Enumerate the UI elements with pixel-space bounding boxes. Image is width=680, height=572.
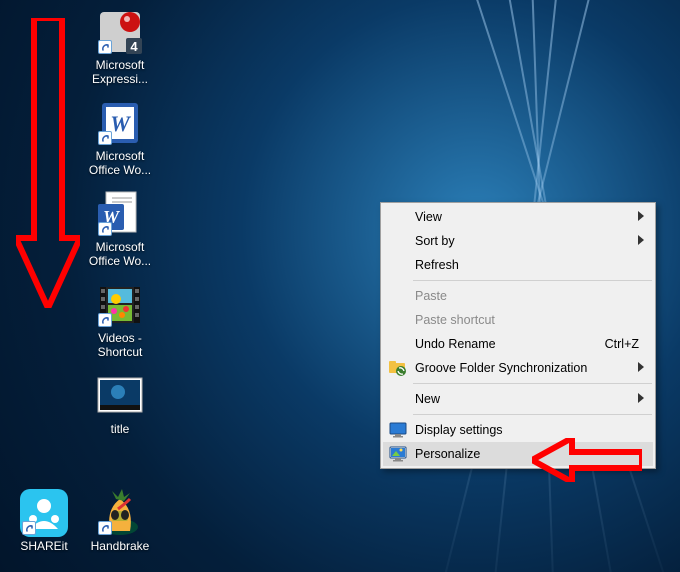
- desktop-icon-label: Microsoft Office Wo...: [82, 240, 158, 268]
- desktop-icon-shareit[interactable]: SHAREit: [6, 489, 82, 553]
- context-menu-item-view[interactable]: View: [383, 205, 653, 229]
- shortcut-overlay-icon: [98, 222, 112, 236]
- desktop-icon-label: Handbrake: [82, 539, 158, 553]
- context-menu-item-label: View: [415, 210, 442, 224]
- context-menu-item-sort-by[interactable]: Sort by: [383, 229, 653, 253]
- shortcut-overlay-icon: [98, 521, 112, 535]
- ms-word-1-icon: [96, 99, 144, 147]
- shareit-icon: [20, 489, 68, 537]
- context-menu-item-refresh[interactable]: Refresh: [383, 253, 653, 277]
- context-menu-item-display-settings[interactable]: Display settings: [383, 418, 653, 442]
- chevron-right-icon: [637, 234, 645, 248]
- context-menu-item-label: Personalize: [415, 447, 480, 461]
- shortcut-overlay-icon: [98, 313, 112, 327]
- desktop-icon-handbrake[interactable]: Handbrake: [82, 489, 158, 553]
- shortcut-overlay-icon: [22, 521, 36, 535]
- context-menu-separator: [413, 414, 652, 415]
- display-icon: [389, 421, 407, 439]
- shortcut-overlay-icon: [98, 40, 112, 54]
- desktop-icon-label: Microsoft Office Wo...: [82, 149, 158, 177]
- context-menu-item-label: Paste shortcut: [415, 313, 495, 327]
- context-menu-shortcut: Ctrl+Z: [605, 337, 639, 351]
- desktop-icon-title[interactable]: title: [82, 372, 158, 436]
- groove-icon: [389, 359, 407, 377]
- context-menu-item-label: Groove Folder Synchronization: [415, 361, 587, 375]
- context-menu-item-label: Undo Rename: [415, 337, 496, 351]
- context-menu-item-new[interactable]: New: [383, 387, 653, 411]
- desktop-icon-ms-word-2[interactable]: Microsoft Office Wo...: [82, 190, 158, 268]
- context-menu-separator: [413, 383, 652, 384]
- desktop-icon-videos-shortcut[interactable]: Videos - Shortcut: [82, 281, 158, 359]
- chevron-right-icon: [637, 210, 645, 224]
- context-menu-item-undo-rename[interactable]: Undo Rename Ctrl+Z: [383, 332, 653, 356]
- desktop-context-menu: View Sort by Refresh Paste Paste shortcut Und…: [380, 202, 656, 469]
- context-menu-item-label: New: [415, 392, 440, 406]
- context-menu-item-label: Sort by: [415, 234, 455, 248]
- desktop-icon-label: Videos - Shortcut: [82, 331, 158, 359]
- personalize-icon: [389, 445, 407, 463]
- context-menu-item-personalize[interactable]: Personalize: [383, 442, 653, 466]
- shortcut-overlay-icon: [98, 131, 112, 145]
- videos-shortcut-icon: [96, 281, 144, 329]
- context-menu-item-label: Paste: [415, 289, 447, 303]
- ms-word-2-icon: [96, 190, 144, 238]
- context-menu-item-label: Refresh: [415, 258, 459, 272]
- context-menu-separator: [413, 280, 652, 281]
- title-icon: [96, 372, 144, 420]
- handbrake-icon: [96, 489, 144, 537]
- chevron-right-icon: [637, 361, 645, 375]
- desktop-icon-label: SHAREit: [6, 539, 82, 553]
- context-menu-item-groove-folder-synchronization[interactable]: Groove Folder Synchronization: [383, 356, 653, 380]
- desktop[interactable]: Microsoft Expressi... Microsoft Office Wo…: [0, 0, 680, 572]
- context-menu-item-label: Display settings: [415, 423, 503, 437]
- desktop-icon-ms-expression[interactable]: Microsoft Expressi...: [82, 8, 158, 86]
- context-menu-item-paste: Paste: [383, 284, 653, 308]
- desktop-icon-label: title: [82, 422, 158, 436]
- desktop-icon-label: Microsoft Expressi...: [82, 58, 158, 86]
- ms-expression-icon: [96, 8, 144, 56]
- annotation-down-arrow-icon: [16, 18, 80, 313]
- desktop-icon-ms-word-1[interactable]: Microsoft Office Wo...: [82, 99, 158, 177]
- chevron-right-icon: [637, 392, 645, 406]
- context-menu-item-paste-shortcut: Paste shortcut: [383, 308, 653, 332]
